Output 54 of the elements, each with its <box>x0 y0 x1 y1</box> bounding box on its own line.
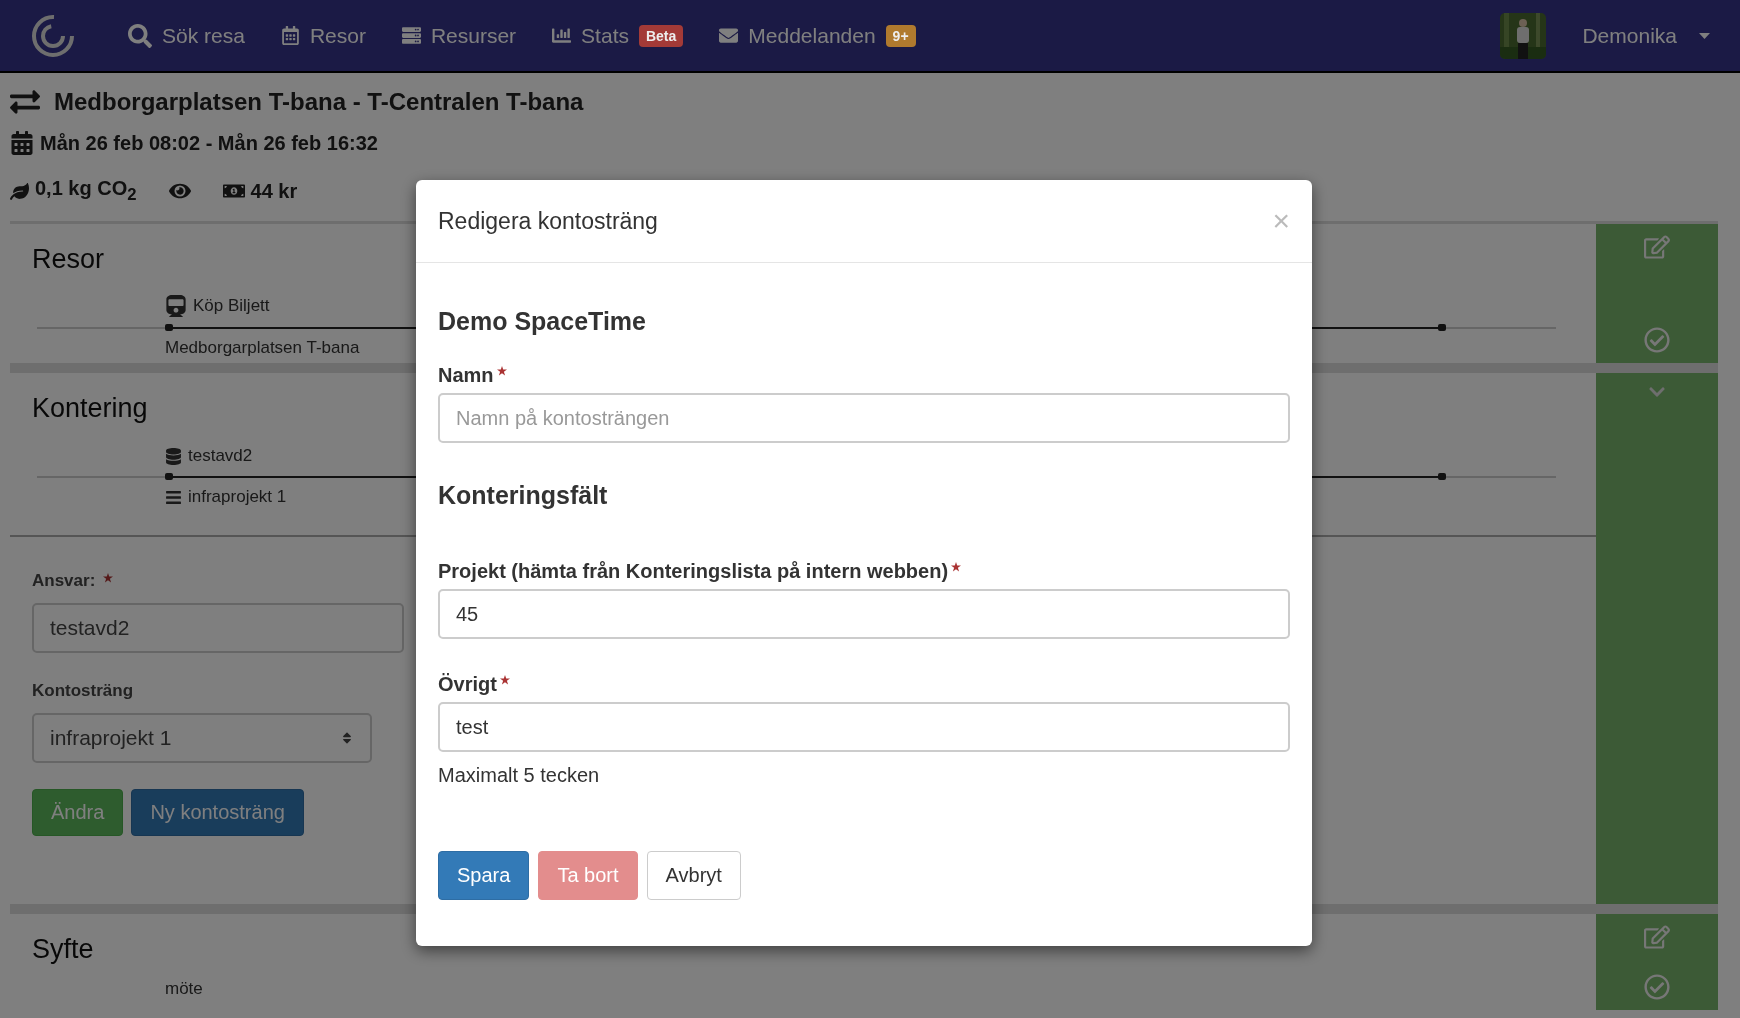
nav-link[interactable]: Resurser <box>401 23 517 48</box>
route-title: Medborgarplatsen T-bana - T-Centralen T-bana <box>54 88 584 116</box>
list-icon <box>165 488 182 506</box>
input-field[interactable]: test <box>438 702 1290 752</box>
form-button[interactable]: Ny kontosträng <box>131 789 304 836</box>
field-label: Namn <box>438 364 494 387</box>
modal-button[interactable]: Avbryt <box>646 851 741 900</box>
envelope-icon <box>719 26 739 45</box>
trip-dates: Mån 26 feb 08:02 - Mån 26 feb 16:32 <box>40 131 378 155</box>
input-field[interactable]: testavd2 <box>32 603 404 653</box>
input-field[interactable]: Namn på kontosträngen <box>438 393 1290 443</box>
section-title: Resor <box>32 244 105 274</box>
modal-heading: Demo SpaceTime <box>438 307 647 336</box>
nav-link[interactable]: Resor <box>280 23 366 48</box>
nav-badge: Beta <box>638 24 684 47</box>
exchange-icon <box>10 87 40 117</box>
co2-value: 0,1 kg CO$_{2}$ <box>35 177 137 205</box>
section-title: Syfte <box>32 934 94 964</box>
logo-icon <box>30 12 76 59</box>
field-label: Projekt (hämta från Konteringslista på intern webben) <box>438 560 949 583</box>
section-title: Kontering <box>32 393 148 423</box>
train-icon <box>165 295 187 317</box>
edit-icon[interactable] <box>1644 234 1670 260</box>
nav-badge: 9+ <box>885 24 916 47</box>
modal-button[interactable]: Spara <box>438 851 530 900</box>
nav-link[interactable]: Meddelanden 9+ <box>719 23 916 48</box>
field-label: Ansvar: <box>32 571 96 591</box>
field-label: Övrigt <box>438 673 497 696</box>
timeline-label: Medborgarplatsen T-bana <box>165 338 360 358</box>
nav-link[interactable]: Sök resa <box>128 23 245 48</box>
leaf-icon <box>10 181 29 201</box>
user-menu[interactable]: Demonika <box>1582 23 1710 48</box>
sort-icon <box>340 731 354 745</box>
modal-heading: Konteringsfält <box>438 481 609 510</box>
search-icon <box>128 23 152 48</box>
cost-value: 44 kr <box>250 179 298 203</box>
timeline-label: testavd2 <box>188 446 253 466</box>
edit-icon[interactable] <box>1644 924 1670 950</box>
input-field[interactable]: 45 <box>438 589 1290 639</box>
calendar-icon <box>10 131 34 155</box>
select-field[interactable]: infraprojekt 1 <box>32 713 372 763</box>
section-text: möte <box>165 979 203 999</box>
timeline-label: infraprojekt 1 <box>188 487 287 507</box>
bar-chart-icon <box>552 26 572 45</box>
caret-icon <box>1699 32 1710 39</box>
modal-button[interactable]: Ta bort <box>538 851 638 900</box>
calendar-icon <box>280 26 300 45</box>
timeline-label: Köp Biljett <box>193 296 270 316</box>
nav-link[interactable]: Stats Beta <box>552 23 684 48</box>
field-label: Kontosträng <box>32 681 134 701</box>
database-icon <box>165 447 182 465</box>
modal-title: Redigera kontosträng <box>438 207 658 235</box>
server-icon <box>401 26 421 45</box>
help-text: Maximalt 5 tecken <box>438 764 601 787</box>
